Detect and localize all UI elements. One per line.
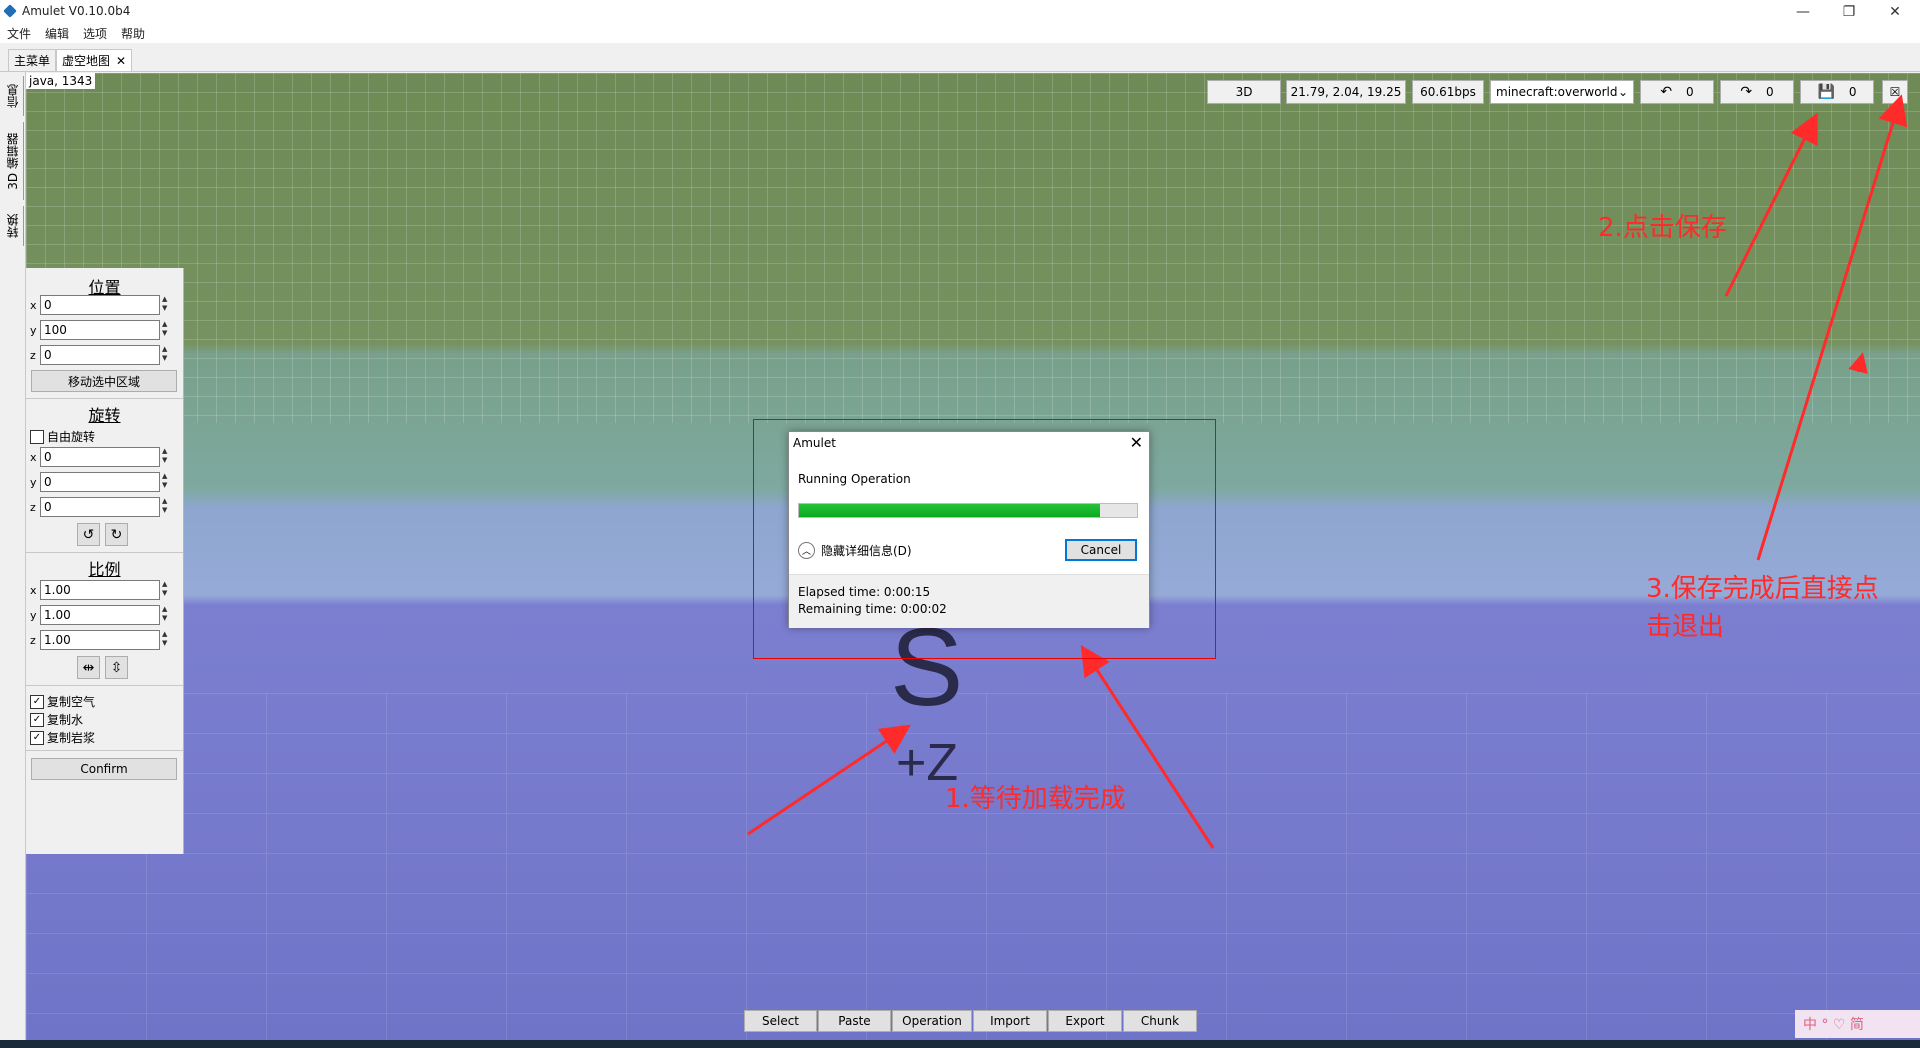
dialog-operation-label: Running Operation <box>798 472 911 486</box>
details-toggle[interactable]: ︿ 隐藏详细信息(D) <box>798 542 912 559</box>
dialog-close-icon[interactable]: ✕ <box>1130 433 1143 452</box>
arrow-to-compass <box>747 724 911 836</box>
remaining-time: Remaining time: 0:00:02 <box>798 602 947 616</box>
elapsed-time: Elapsed time: 0:00:15 <box>798 585 931 599</box>
annotation-step2: 2.点击保存 <box>1598 213 1727 243</box>
progress-dialog: Amulet ✕ Running Operation ︿ 隐藏详细信息(D) C… <box>788 431 1150 628</box>
dialog-details-panel: Elapsed time: 0:00:15 Remaining time: 0:… <box>789 574 1149 628</box>
annotation-step3-line1: 3.保存完成后直接点 <box>1646 574 1879 604</box>
annotation-step1: 1.等待加载完成 <box>945 784 1126 814</box>
chevron-up-icon: ︿ <box>798 542 815 559</box>
progress-fill <box>799 504 1100 517</box>
arrow-to-close <box>1756 94 1908 561</box>
arrow-to-dialog <box>1080 644 1215 849</box>
arrow-to-save <box>1724 112 1818 297</box>
annotation-step3-line2: 击退出 <box>1646 612 1725 642</box>
small-arrow <box>1848 352 1868 374</box>
dialog-title: Amulet <box>793 436 836 450</box>
ime-indicator[interactable]: 中 ° ♡ 简 <box>1795 1010 1920 1038</box>
cancel-button[interactable]: Cancel <box>1065 539 1137 561</box>
details-toggle-label: 隐藏详细信息(D) <box>821 544 912 558</box>
taskbar <box>0 1040 1920 1048</box>
progress-bar <box>798 503 1138 518</box>
